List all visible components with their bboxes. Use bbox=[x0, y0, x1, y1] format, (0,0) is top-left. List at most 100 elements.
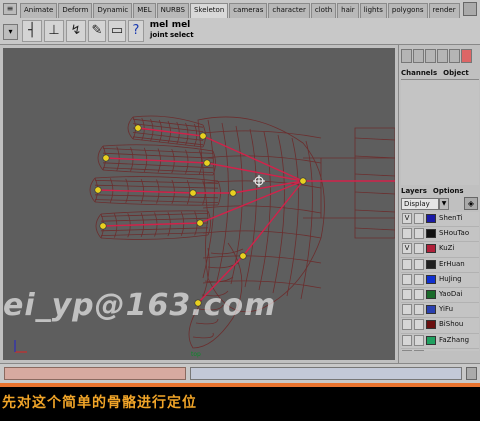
tab-render[interactable]: render bbox=[428, 3, 460, 18]
layer-visibility-toggle[interactable] bbox=[402, 228, 412, 240]
layer-row[interactable]: YaoDai bbox=[401, 288, 479, 304]
tab-mel[interactable]: MEL bbox=[133, 3, 156, 18]
layer-name[interactable]: YaoDai bbox=[439, 288, 463, 301]
layout-icon[interactable] bbox=[413, 49, 424, 63]
layer-row[interactable]: HuJing bbox=[401, 273, 479, 288]
tab-cloth[interactable]: cloth bbox=[310, 3, 337, 18]
joint-marker[interactable] bbox=[102, 154, 110, 162]
mel-joint-button[interactable]: mel joint bbox=[148, 20, 170, 42]
layer-visibility-toggle[interactable]: V bbox=[402, 213, 412, 224]
color-palette-icon[interactable] bbox=[461, 49, 472, 63]
layer-visibility-toggle[interactable] bbox=[402, 304, 412, 316]
tab-skeleton[interactable]: Skeleton bbox=[189, 3, 229, 18]
joint-marker[interactable] bbox=[134, 124, 142, 132]
layer-row[interactable]: YiFu bbox=[401, 303, 479, 319]
shelf-menu-icon[interactable]: ▾ bbox=[3, 24, 18, 40]
tab-dynamic[interactable]: Dynamic bbox=[93, 3, 133, 18]
joint-marker[interactable] bbox=[239, 252, 247, 260]
tab-polygons[interactable]: polygons bbox=[387, 3, 428, 18]
layer-name[interactable]: YiFu bbox=[439, 303, 453, 316]
layer-template-toggle[interactable] bbox=[414, 228, 424, 240]
layout-icon[interactable] bbox=[401, 49, 412, 63]
layer-color-swatch[interactable] bbox=[426, 320, 436, 330]
layer-color-swatch[interactable] bbox=[426, 305, 436, 315]
layer-color-swatch[interactable] bbox=[426, 244, 436, 254]
layer-visibility-toggle[interactable] bbox=[402, 334, 412, 346]
tab-lights[interactable]: lights bbox=[359, 3, 387, 18]
layer-template-toggle[interactable] bbox=[414, 288, 424, 300]
tab-options[interactable]: Options bbox=[433, 187, 464, 197]
layer-name[interactable]: FaZhang bbox=[439, 334, 469, 347]
layer-name[interactable]: BiShou bbox=[439, 318, 463, 331]
layer-row[interactable]: V ShenTi bbox=[401, 212, 479, 228]
layer-template-toggle[interactable] bbox=[414, 319, 424, 331]
tab-layers[interactable]: Layers bbox=[401, 187, 427, 197]
layer-name[interactable]: GXJ bbox=[439, 349, 451, 352]
tab-animate[interactable]: Animate bbox=[20, 3, 58, 18]
layer-visibility-toggle[interactable] bbox=[402, 319, 412, 331]
layer-row[interactable]: ErHuan bbox=[401, 258, 479, 273]
layer-name[interactable]: HuJing bbox=[439, 273, 462, 286]
joint-marker[interactable] bbox=[229, 189, 237, 197]
help-icon[interactable]: ? bbox=[128, 20, 144, 42]
viewport-panel[interactable]: ei_yp@163.com top bbox=[3, 48, 395, 360]
layer-visibility-toggle[interactable]: V bbox=[402, 243, 412, 255]
move-manipulator-icon[interactable] bbox=[253, 175, 265, 187]
layer-template-toggle[interactable] bbox=[414, 349, 424, 351]
tab-channels[interactable]: Channels bbox=[401, 69, 437, 79]
command-input[interactable] bbox=[4, 367, 186, 380]
ik-spline-icon[interactable]: ↯ bbox=[66, 20, 86, 42]
tab-deform[interactable]: Deform bbox=[58, 3, 93, 18]
bind-skin-icon[interactable]: ▭ bbox=[108, 20, 126, 42]
layout-icon[interactable] bbox=[449, 49, 460, 63]
layer-color-swatch[interactable] bbox=[426, 274, 436, 284]
layer-template-toggle[interactable] bbox=[414, 258, 424, 270]
layer-template-toggle[interactable] bbox=[414, 243, 424, 255]
tab-character[interactable]: character bbox=[268, 3, 310, 18]
layer-row[interactable]: BiShou bbox=[401, 318, 479, 334]
layer-color-swatch[interactable] bbox=[426, 229, 436, 239]
layer-name[interactable]: ErHuan bbox=[439, 258, 465, 271]
layer-template-toggle[interactable] bbox=[414, 213, 424, 224]
layer-visibility-toggle[interactable] bbox=[402, 273, 412, 285]
layout-icon[interactable] bbox=[437, 49, 448, 63]
mel-select-button[interactable]: mel select bbox=[170, 20, 194, 42]
layer-row[interactable]: SHouTao bbox=[401, 227, 479, 243]
joint-tool-icon[interactable]: ┤ bbox=[22, 20, 42, 42]
layer-color-swatch[interactable] bbox=[426, 259, 436, 269]
layer-template-toggle[interactable] bbox=[414, 304, 424, 316]
layer-name[interactable]: SHouTao bbox=[439, 227, 469, 240]
layout-icon[interactable] bbox=[425, 49, 436, 63]
layer-color-swatch[interactable] bbox=[426, 335, 436, 345]
layer-color-swatch[interactable] bbox=[426, 214, 436, 223]
layer-template-toggle[interactable] bbox=[414, 334, 424, 346]
tab-cameras[interactable]: cameras bbox=[229, 3, 268, 18]
script-editor-button[interactable] bbox=[466, 367, 477, 380]
joint-marker[interactable] bbox=[99, 222, 107, 230]
layer-visibility-toggle[interactable] bbox=[402, 258, 412, 270]
tab-nurbs[interactable]: NURBS bbox=[156, 3, 189, 18]
create-layer-icon[interactable]: ◈ bbox=[464, 197, 478, 210]
layer-row[interactable]: GXJ bbox=[401, 349, 479, 351]
layer-visibility-toggle[interactable] bbox=[402, 288, 412, 300]
layer-name[interactable]: KuZi bbox=[439, 242, 454, 255]
layer-row[interactable]: FaZhang bbox=[401, 334, 479, 349]
joint-marker[interactable] bbox=[94, 186, 102, 194]
layer-color-swatch[interactable] bbox=[426, 289, 436, 299]
joint-marker[interactable] bbox=[203, 159, 211, 167]
layer-display-dropdown[interactable]: Display bbox=[401, 198, 439, 210]
shelf-grip-icon[interactable]: ≡ bbox=[3, 3, 17, 15]
joint-marker[interactable] bbox=[189, 189, 197, 197]
joint-marker[interactable] bbox=[299, 177, 307, 185]
shelf-options-button[interactable] bbox=[463, 2, 477, 16]
layer-row[interactable]: V KuZi bbox=[401, 242, 479, 258]
paint-weights-icon[interactable]: ✎ bbox=[88, 20, 106, 42]
chevron-down-icon[interactable]: ▼ bbox=[439, 198, 449, 210]
tab-hair[interactable]: hair bbox=[337, 3, 359, 18]
layer-visibility-toggle[interactable] bbox=[402, 349, 412, 351]
layer-template-toggle[interactable] bbox=[414, 273, 424, 285]
joint-marker[interactable] bbox=[196, 219, 204, 227]
joint-marker[interactable] bbox=[199, 132, 207, 140]
ik-handle-icon[interactable]: ⊥ bbox=[44, 20, 64, 42]
tab-object[interactable]: Object bbox=[443, 69, 469, 79]
